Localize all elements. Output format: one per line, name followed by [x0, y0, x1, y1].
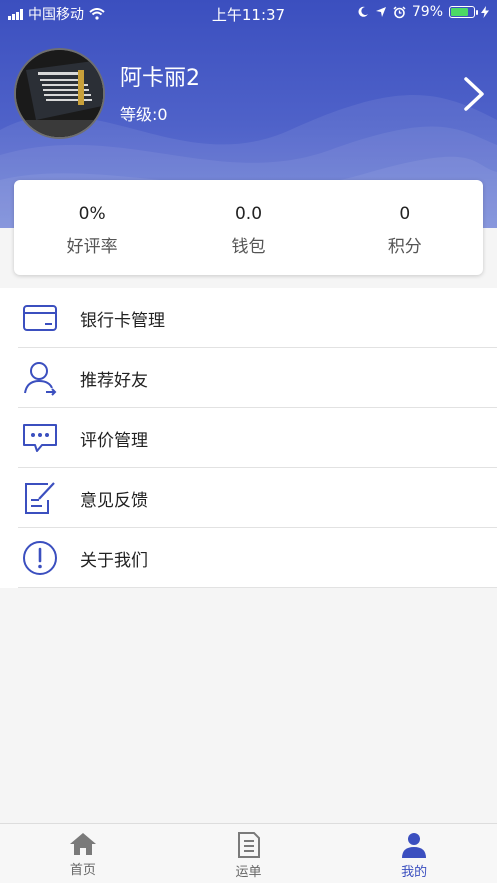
recommend-friend-icon — [22, 360, 58, 396]
menu-item-label: 推荐好友 — [80, 370, 148, 391]
location-icon — [375, 7, 386, 17]
user-name: 阿卡丽2 — [120, 66, 200, 91]
chevron-right-icon[interactable] — [460, 76, 488, 112]
stat-value: 0 — [399, 204, 411, 224]
tab-mine[interactable]: 我的 — [331, 824, 497, 883]
menu-item-comment[interactable]: 评价管理 — [0, 408, 497, 468]
menu-item-about-us[interactable]: 关于我们 — [0, 528, 497, 588]
stat-value: 0.0 — [234, 204, 263, 224]
avatar-photo — [16, 50, 103, 137]
stat-label: 积分 — [387, 237, 422, 257]
tab-label: 首页 — [69, 863, 96, 878]
alarm-icon — [393, 5, 406, 18]
stat-label: 钱包 — [231, 237, 266, 257]
stat-rating[interactable]: 0% 好评率 — [14, 180, 170, 275]
person-icon — [402, 833, 427, 858]
tab-label: 我的 — [401, 865, 428, 880]
stats-card: 0% 好评率 0.0 钱包 0 积分 — [14, 180, 483, 275]
menu-item-label: 银行卡管理 — [80, 310, 165, 331]
bank-card-icon — [22, 300, 58, 336]
info-exclamation-icon — [22, 540, 58, 576]
user-level: 等级:0 — [120, 105, 168, 124]
stat-label: 好评率 — [66, 237, 118, 257]
menu-item-label: 评价管理 — [80, 430, 148, 451]
charging-icon — [481, 6, 489, 18]
bottom-tab-bar: 首页 运单 我的 — [0, 823, 497, 883]
menu-item-feedback[interactable]: 意见反馈 — [0, 468, 497, 528]
battery-percent: 79% — [411, 4, 443, 20]
tab-label: 运单 — [235, 865, 262, 880]
home-icon — [69, 833, 96, 855]
stat-points[interactable]: 0 积分 — [327, 180, 483, 275]
document-icon — [237, 832, 260, 858]
avatar[interactable] — [14, 48, 105, 139]
menu-item-bank-card[interactable]: 银行卡管理 — [0, 288, 497, 348]
status-bar: 中国移动 上午11:37 79% — [0, 0, 497, 26]
menu-item-label: 关于我们 — [80, 550, 148, 571]
tab-waybill[interactable]: 运单 — [166, 824, 332, 883]
comment-icon — [22, 420, 58, 456]
stat-value: 0% — [78, 204, 106, 224]
menu-item-recommend-friend[interactable]: 推荐好友 — [0, 348, 497, 408]
stat-wallet[interactable]: 0.0 钱包 — [170, 180, 326, 275]
tab-home[interactable]: 首页 — [0, 824, 166, 883]
battery-icon — [449, 6, 478, 18]
settings-menu: 银行卡管理 推荐好友 评价管理 意见反馈 关于我们 — [0, 288, 497, 588]
menu-item-label: 意见反馈 — [80, 490, 148, 511]
feedback-edit-icon — [22, 480, 58, 516]
moon-icon — [358, 6, 368, 17]
